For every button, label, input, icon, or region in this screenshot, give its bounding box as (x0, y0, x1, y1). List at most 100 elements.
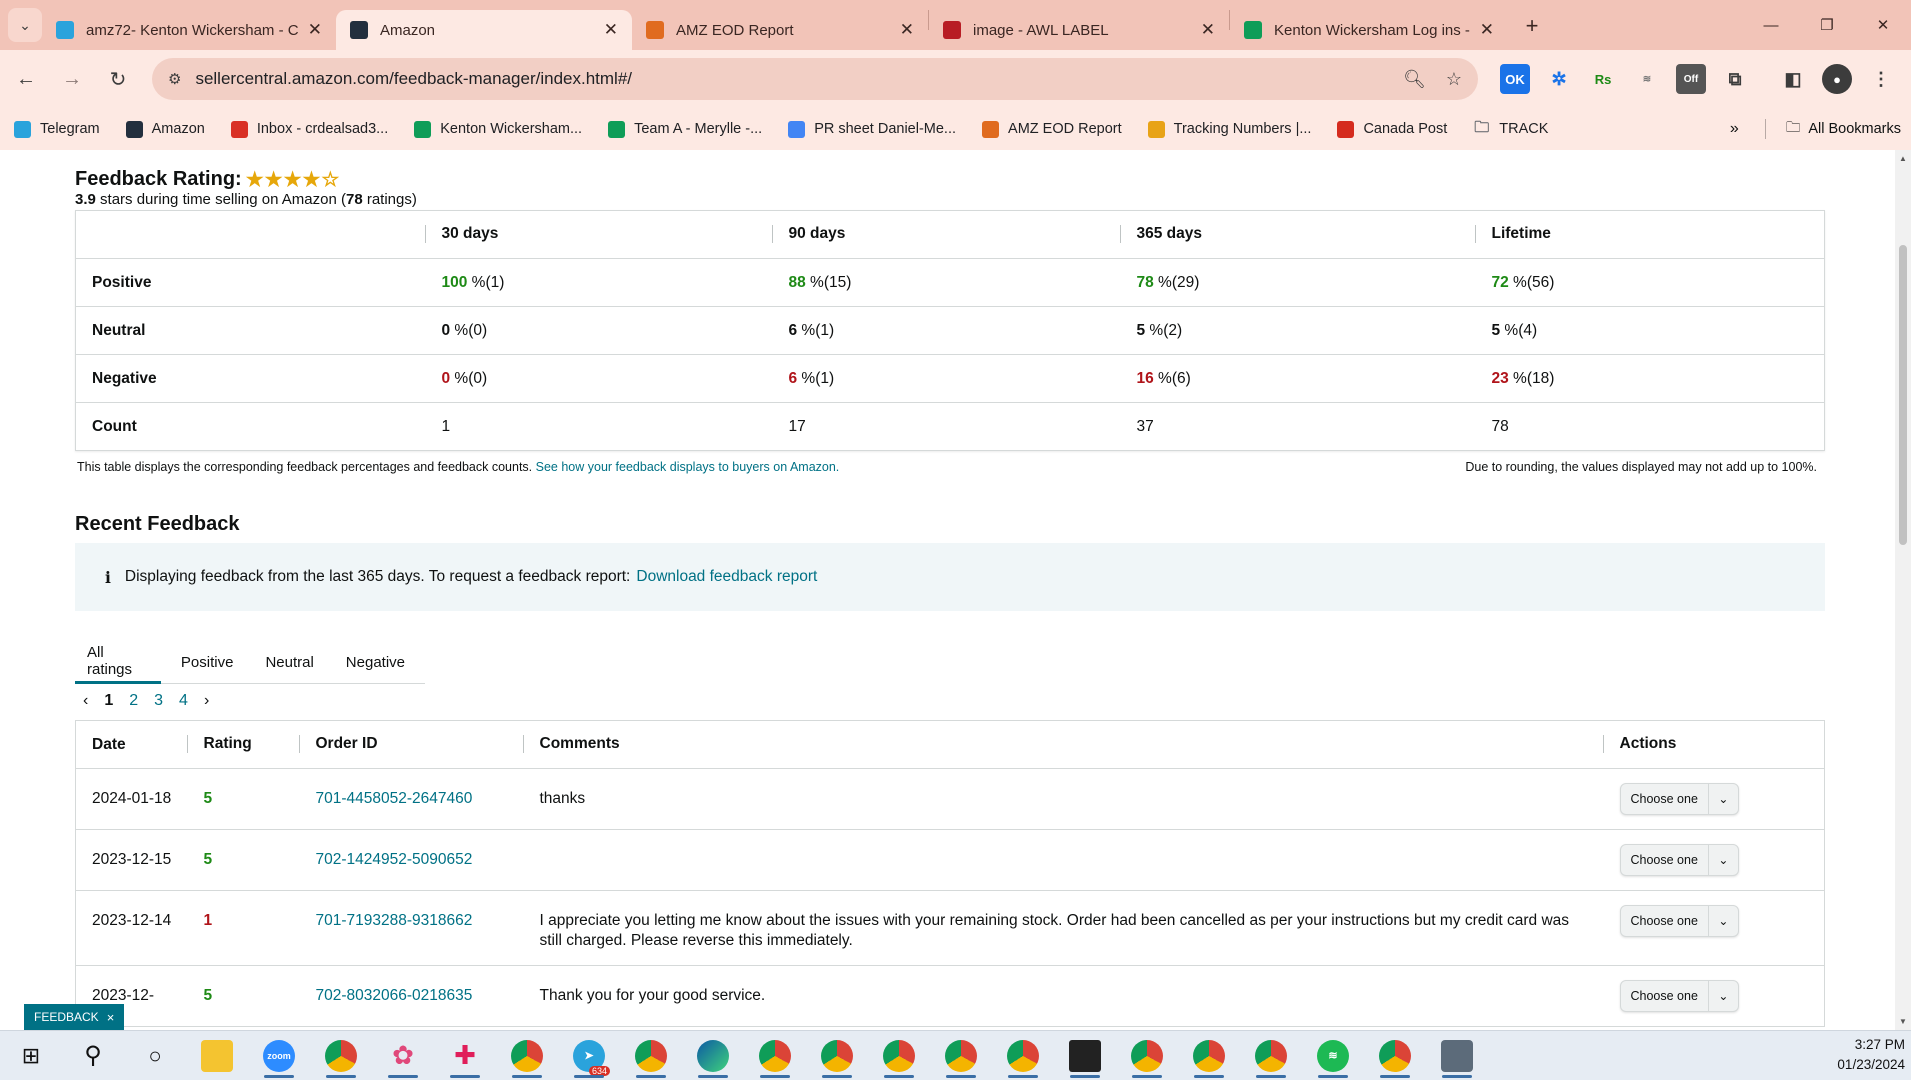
calculator-button[interactable] (1426, 1032, 1488, 1080)
close-tab-icon[interactable]: ✕ (900, 20, 914, 40)
start-button[interactable]: ⊞ (0, 1032, 62, 1080)
chrome-button[interactable] (1364, 1032, 1426, 1080)
settings-extension-icon[interactable]: ✲ (1544, 64, 1574, 94)
menu-kebab-icon[interactable]: ⋮ (1866, 64, 1896, 94)
file-explorer-button[interactable] (186, 1032, 248, 1080)
download-feedback-report-link[interactable]: Download feedback report (636, 568, 817, 586)
page-scrollbar[interactable]: ▲ ▼ (1895, 150, 1911, 1030)
percent-value: 0 (441, 321, 451, 339)
page-link[interactable]: 2 (129, 692, 138, 710)
off-extension-icon[interactable]: Off (1676, 64, 1706, 94)
chrome-button[interactable] (930, 1032, 992, 1080)
chrome-button[interactable] (806, 1032, 868, 1080)
chevron-right-icon[interactable]: › (204, 692, 209, 710)
action-dropdown[interactable]: Choose one ⌄ (1619, 783, 1739, 815)
scroll-down-icon[interactable]: ▼ (1899, 1017, 1907, 1026)
bookmark-item[interactable]: Inbox - crdealsad3... (230, 120, 388, 138)
browser-tab[interactable]: Kenton Wickersham Log ins - G ✕ (1230, 10, 1508, 50)
chrome-button[interactable] (1116, 1032, 1178, 1080)
close-tab-icon[interactable]: ✕ (604, 20, 618, 40)
bookmark-item[interactable]: Amazon (125, 120, 205, 138)
telegram-button[interactable]: ➤ 634 (558, 1032, 620, 1080)
order-id-link[interactable]: 701-4458052-2647460 (316, 790, 473, 807)
search-button[interactable]: ⚲ (62, 1032, 124, 1080)
close-tab-icon[interactable]: ✕ (1201, 20, 1215, 40)
chrome-button[interactable] (310, 1032, 372, 1080)
tab-all-ratings[interactable]: All ratings (75, 640, 161, 684)
feedback-widget-label[interactable]: FEEDBACK (34, 1010, 99, 1024)
order-id-link[interactable]: 701-7193288-9318662 (316, 912, 473, 929)
keepa-extension-icon[interactable]: ≋ (1632, 64, 1662, 94)
restore-button[interactable]: ❐ (1799, 0, 1855, 50)
close-tab-icon[interactable]: ✕ (308, 20, 322, 40)
tab-neutral[interactable]: Neutral (253, 640, 325, 684)
zoom-icon[interactable]: 🔍︎ (1403, 69, 1426, 90)
chrome-button[interactable] (620, 1032, 682, 1080)
forward-button[interactable]: → (52, 59, 92, 99)
scroll-up-icon[interactable]: ▲ (1899, 154, 1907, 163)
feedback-display-link[interactable]: See how your feedback displays to buyers… (536, 460, 840, 474)
browser-tab[interactable]: AMZ EOD Report ✕ (632, 10, 928, 50)
rs-extension-icon[interactable]: Rs (1588, 64, 1618, 94)
browser-tab[interactable]: amz72- Kenton Wickersham - C ✕ (42, 10, 336, 50)
browser-tab[interactable]: image - AWL LABEL ✕ (929, 10, 1229, 50)
scrollbar-thumb[interactable] (1899, 245, 1907, 545)
chrome-button[interactable] (496, 1032, 558, 1080)
bookmark-item[interactable]: PR sheet Daniel-Me... (788, 120, 956, 138)
browser-tab[interactable]: Amazon ✕ (336, 10, 632, 50)
page-link[interactable]: 3 (154, 692, 163, 710)
chevron-left-icon[interactable]: ‹ (83, 692, 88, 710)
address-bar[interactable]: ⚙ sellercentral.amazon.com/feedback-mana… (152, 58, 1478, 100)
tab-search-button[interactable]: ⌄ (8, 8, 42, 42)
action-dropdown[interactable]: Choose one ⌄ (1619, 844, 1739, 876)
chrome-button[interactable] (992, 1032, 1054, 1080)
reload-button[interactable]: ↻ (98, 59, 138, 99)
edge-button[interactable] (682, 1032, 744, 1080)
all-bookmarks-button[interactable]: All Bookmarks (1808, 121, 1901, 137)
pinwheel-app-button[interactable]: ✿ (372, 1032, 434, 1080)
bookmark-item[interactable]: Team A - Merylle -... (608, 120, 762, 138)
zoom-app-button[interactable]: zoom (248, 1032, 310, 1080)
system-clock[interactable]: 3:27 PM 01/23/2024 (1837, 1035, 1905, 1075)
profile-avatar[interactable]: ● (1822, 64, 1852, 94)
chrome-button[interactable] (868, 1032, 930, 1080)
sticky-notes-button[interactable] (1054, 1032, 1116, 1080)
slack-button[interactable]: ✚ (434, 1032, 496, 1080)
new-tab-button[interactable]: + (1516, 10, 1548, 42)
percent-value: 72 (1491, 273, 1509, 291)
feedback-widget-tab[interactable]: FEEDBACK × (24, 1004, 125, 1030)
table-cell: 6 %(1) (772, 354, 1121, 403)
chrome-button[interactable] (1178, 1032, 1240, 1080)
tab-positive[interactable]: Positive (169, 640, 246, 684)
page-link[interactable]: 1 (104, 692, 113, 710)
chrome-button[interactable] (1240, 1032, 1302, 1080)
minimize-button[interactable]: — (1743, 0, 1799, 50)
side-panel-icon[interactable]: ◧ (1778, 64, 1808, 94)
back-button[interactable]: ← (6, 59, 46, 99)
bookmark-item[interactable]: AMZ EOD Report (982, 120, 1122, 138)
extensions-puzzle-icon[interactable]: ⧉ (1720, 64, 1750, 94)
bookmark-item[interactable]: Canada Post (1337, 120, 1447, 138)
site-settings-icon[interactable]: ⚙ (168, 70, 181, 88)
comment-cell: Thank you for your good service. (523, 965, 1604, 1027)
bookmark-star-icon[interactable]: ☆ (1446, 69, 1462, 90)
chrome-button[interactable] (744, 1032, 806, 1080)
bookmark-item[interactable]: 🗀 TRACK (1473, 119, 1548, 138)
spotify-button[interactable]: ≋ (1302, 1032, 1364, 1080)
task-view-button[interactable]: ○ (124, 1032, 186, 1080)
tab-negative[interactable]: Negative (334, 640, 417, 684)
bookmark-item[interactable]: Telegram (14, 120, 100, 138)
ok-extension-icon[interactable]: OK (1500, 64, 1530, 94)
url-text[interactable]: sellercentral.amazon.com/feedback-manage… (195, 69, 1383, 89)
page-link[interactable]: 4 (179, 692, 188, 710)
close-icon[interactable]: × (107, 1010, 115, 1025)
bookmark-item[interactable]: Kenton Wickersham... (414, 120, 582, 138)
action-dropdown[interactable]: Choose one ⌄ (1619, 980, 1739, 1012)
order-id-link[interactable]: 702-1424952-5090652 (316, 851, 473, 868)
order-id-link[interactable]: 702-8032066-0218635 (316, 987, 473, 1004)
close-window-button[interactable]: ✕ (1855, 0, 1911, 50)
more-bookmarks-icon[interactable]: » (1730, 120, 1739, 138)
action-dropdown[interactable]: Choose one ⌄ (1619, 905, 1739, 937)
bookmark-item[interactable]: Tracking Numbers |... (1147, 120, 1311, 138)
close-tab-icon[interactable]: ✕ (1480, 20, 1494, 40)
